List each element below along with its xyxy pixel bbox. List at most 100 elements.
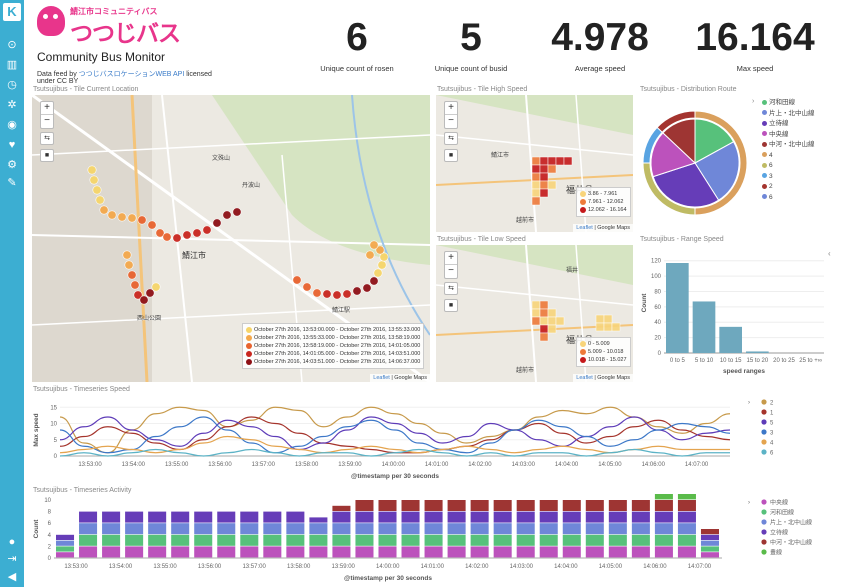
speed-tile	[539, 300, 549, 310]
stack-segment-立待線	[585, 511, 604, 523]
legend-swatch	[580, 340, 586, 347]
y-tick-label: 0	[48, 556, 52, 562]
speed-tile	[547, 156, 557, 166]
eye-icon[interactable]: ◉	[5, 118, 19, 132]
visualize-icon[interactable]: ▥	[5, 58, 19, 72]
stack-segment-立待線	[171, 511, 190, 523]
stack-segment-中央線	[194, 546, 213, 558]
panel-title-current: Tsutsujibus - Tile Current Location	[33, 86, 139, 93]
stack-segment-中河・北中山線	[447, 500, 466, 511]
pie-legend-item[interactable]: 片上・北中山線	[752, 109, 822, 120]
feed-link[interactable]: つつじバスロケーションWEB API	[79, 71, 185, 78]
bus-position-point	[124, 260, 134, 270]
legend-text: 3.86 - 7.961	[588, 191, 618, 197]
legend-text: 6	[769, 193, 773, 201]
legend-text: 6	[770, 451, 774, 457]
bus-position-point	[212, 218, 222, 228]
stack-segment-片上・北中山線	[194, 523, 213, 535]
stack-segment-中央線	[470, 546, 489, 558]
legend-text: 豊線	[770, 549, 782, 557]
draw-rect-button[interactable]: ■	[40, 149, 54, 162]
speed-tile	[531, 316, 541, 326]
legend-text: 1	[770, 411, 774, 417]
zoom-in-button[interactable]: +	[445, 252, 457, 265]
draw-rect-button[interactable]: ■	[444, 149, 458, 162]
low-legend-item: 10.018 - 15.027	[580, 356, 627, 364]
pie-legend-item[interactable]: 2	[752, 182, 822, 193]
stack-segment-片上・北中山線	[516, 523, 535, 535]
map-current-location[interactable]: 鯖江市 丹波山 文殊山 西山公園 鯖江駅 + − ⇆ ■ October 27t…	[32, 95, 430, 382]
timelion-icon[interactable]: ✲	[5, 98, 19, 112]
fit-bounds-button[interactable]: ⇆	[444, 282, 458, 295]
stack-segment-中央線	[309, 546, 328, 558]
bus-position-point	[362, 283, 372, 293]
stack-segment-中央線	[700, 552, 719, 558]
legend-text: October 27th 2016, 13:58:19.000 - Octobe…	[254, 343, 421, 349]
speed-tile	[531, 300, 541, 310]
gear-icon[interactable]: ⚙	[5, 158, 19, 172]
pie-legend-item[interactable]: 中央線	[752, 130, 822, 141]
pie-legend-item[interactable]: 3	[752, 172, 822, 183]
legend-toggle-icon[interactable]: ›	[752, 98, 754, 105]
legend-swatch	[762, 173, 767, 179]
zoom-in-button[interactable]: +	[41, 102, 53, 115]
collapse-icon[interactable]: ◀	[5, 570, 19, 584]
user-icon[interactable]: ●	[5, 535, 19, 549]
zoom-out-button[interactable]: −	[41, 115, 53, 128]
x-tick-label: 14:04:00	[555, 462, 579, 468]
legend-toggle-icon[interactable]: ‹	[828, 249, 831, 258]
x-tick-label: 10 to 15	[720, 358, 742, 364]
map-high-speed[interactable]: 福井県 越前市 鯖江市 + − ⇆ ■ 3.86 - 7.9617.961 - …	[436, 95, 633, 232]
legend-swatch	[580, 206, 586, 213]
kibana-logo[interactable]: K	[3, 3, 21, 21]
stack-segment-立待線	[677, 511, 696, 523]
heart-icon[interactable]: ♥	[5, 138, 19, 152]
wrench-icon[interactable]: ✎	[5, 176, 19, 190]
pie-legend-item[interactable]: 4	[752, 151, 822, 162]
current-legend-item: October 27th 2016, 14:03:51.000 - Octobe…	[246, 358, 420, 366]
pie-legend-item[interactable]: 中河・北中山線	[752, 140, 822, 151]
bus-position-point	[162, 232, 172, 242]
pie-legend-item[interactable]: 立待線	[752, 119, 822, 130]
fit-bounds-button[interactable]: ⇆	[444, 132, 458, 145]
bus-position-point	[369, 240, 379, 250]
draw-rect-button[interactable]: ■	[444, 299, 458, 312]
legend-text: 10.018 - 15.027	[588, 357, 627, 363]
stack-segment-片上・北中山線	[447, 523, 466, 535]
pie-legend-item[interactable]: 6	[752, 161, 822, 172]
stack-segment-中央線	[56, 552, 75, 558]
stack-segment-河和田線	[102, 534, 121, 546]
bus-position-point	[232, 207, 242, 217]
stack-segment-立待線	[562, 511, 581, 523]
stack-segment-中央線	[217, 546, 236, 558]
stack-segment-中河・北中山線	[401, 500, 420, 511]
leaflet-link[interactable]: Leaflet	[576, 375, 593, 381]
stack-segment-立待線	[631, 511, 650, 523]
pie-legend-item[interactable]: 河和田線	[752, 98, 822, 109]
stack-segment-立待線	[355, 511, 374, 523]
legend-text: October 27th 2016, 13:53:00.000 - Octobe…	[254, 327, 421, 333]
bus-position-point	[87, 165, 97, 175]
zoom-out-button[interactable]: −	[445, 115, 457, 128]
stack-segment-片上・北中山線	[102, 523, 121, 535]
discover-icon[interactable]: ⊙	[5, 38, 19, 52]
y-axis-title: Max speed	[33, 413, 40, 446]
bus-position-point	[137, 215, 147, 225]
series-line-5	[59, 416, 731, 451]
dashboard-icon[interactable]: ◷	[5, 78, 19, 92]
stack-segment-片上・北中山線	[79, 523, 98, 535]
bus-position-point	[292, 275, 302, 285]
stack-segment-立待線	[56, 534, 75, 540]
leaflet-link[interactable]: Leaflet	[576, 225, 593, 231]
leaflet-link[interactable]: Leaflet	[373, 375, 390, 381]
stack-segment-立待線	[447, 511, 466, 523]
zoom-out-button[interactable]: −	[445, 265, 457, 278]
high-legend-item: 7.961 - 12.062	[580, 198, 627, 206]
stack-segment-片上・北中山線	[240, 523, 259, 535]
fit-bounds-button[interactable]: ⇆	[40, 132, 54, 145]
stack-segment-中河・北中山線	[608, 500, 627, 511]
zoom-in-button[interactable]: +	[445, 102, 457, 115]
logout-icon[interactable]: ⇥	[5, 552, 19, 566]
pie-legend-item[interactable]: 6	[752, 193, 822, 204]
map-low-speed[interactable]: 福井県 越前市 福井 + − ⇆ ■ 0 - 5.0095.009 - 10.0…	[436, 245, 633, 382]
